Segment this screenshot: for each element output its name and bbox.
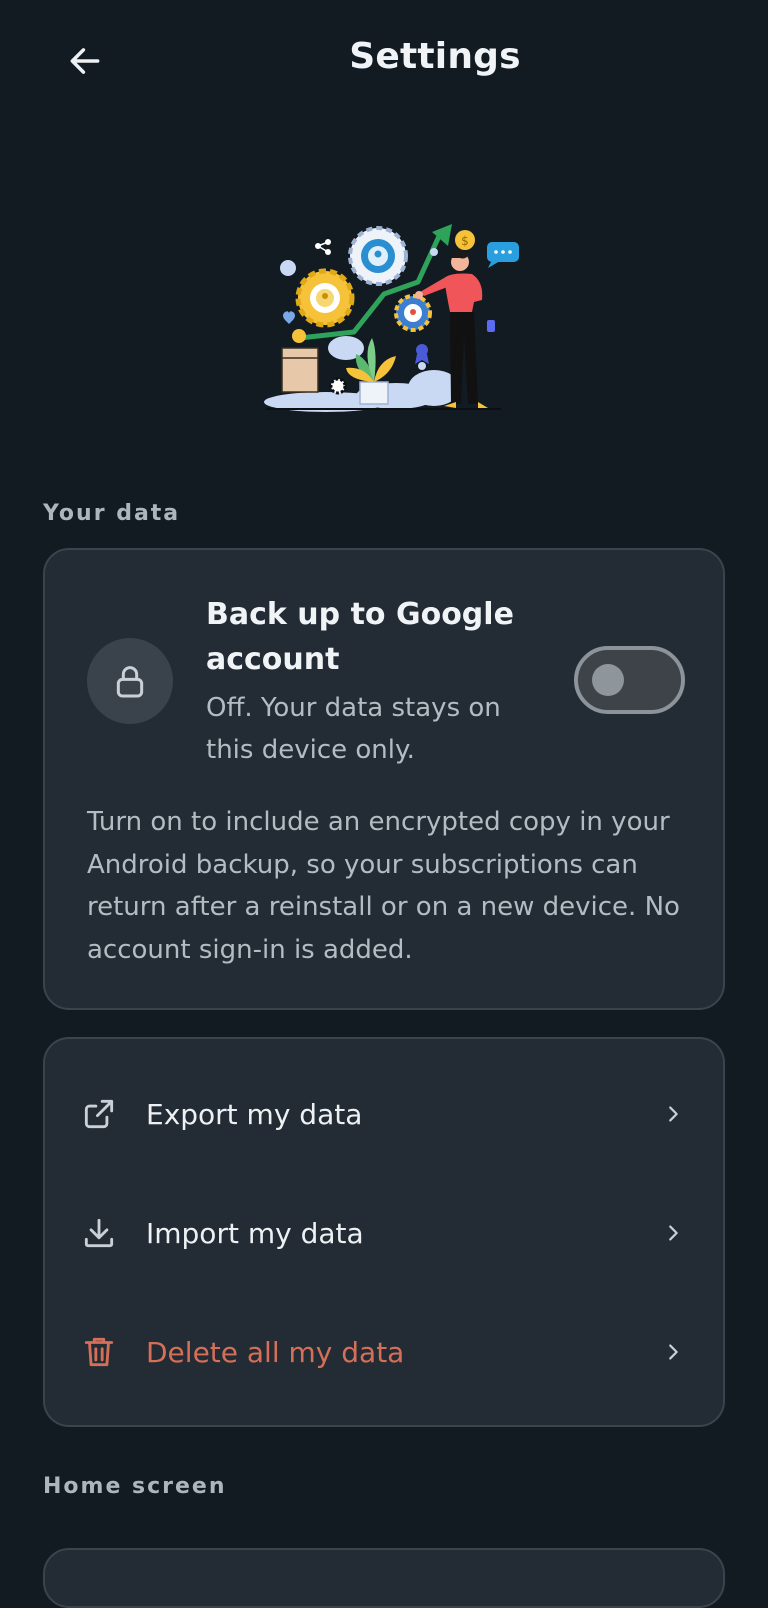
export-data-label: Export my data bbox=[146, 1097, 363, 1131]
import-data-row[interactable]: Import my data bbox=[45, 1174, 727, 1292]
backup-toggle[interactable] bbox=[574, 646, 685, 714]
lock-icon-container bbox=[87, 638, 173, 724]
page-title: Settings bbox=[349, 36, 521, 77]
section-label-your-data: Your data bbox=[43, 501, 181, 526]
backup-description: Turn on to include an encrypted copy in … bbox=[87, 807, 680, 965]
delete-data-row[interactable]: Delete all my data bbox=[45, 1293, 727, 1411]
toggle-knob bbox=[592, 664, 624, 696]
chevron-right-icon bbox=[659, 1100, 687, 1128]
svg-text:$: $ bbox=[461, 234, 469, 248]
hero-illustration: $ bbox=[256, 216, 526, 416]
lock-icon bbox=[116, 666, 144, 698]
export-data-row[interactable]: Export my data bbox=[45, 1055, 727, 1173]
section-label-home-screen: Home screen bbox=[43, 1474, 227, 1499]
home-screen-card bbox=[43, 1548, 725, 1608]
backup-title: Back up to Google account bbox=[206, 597, 514, 677]
export-icon bbox=[79, 1094, 119, 1134]
trash-icon bbox=[79, 1332, 119, 1372]
backup-status: Off. Your data stays on this device only… bbox=[206, 693, 501, 765]
delete-data-label: Delete all my data bbox=[146, 1335, 405, 1369]
chevron-right-icon bbox=[659, 1219, 687, 1247]
import-data-label: Import my data bbox=[146, 1216, 364, 1250]
chevron-right-icon bbox=[659, 1338, 687, 1366]
app-bar: Settings bbox=[0, 0, 768, 124]
backup-card: Back up to Google account Off. Your data… bbox=[43, 548, 725, 1010]
download-icon bbox=[79, 1213, 119, 1253]
data-actions-card: Export my data Import my data Delete all… bbox=[43, 1037, 725, 1427]
